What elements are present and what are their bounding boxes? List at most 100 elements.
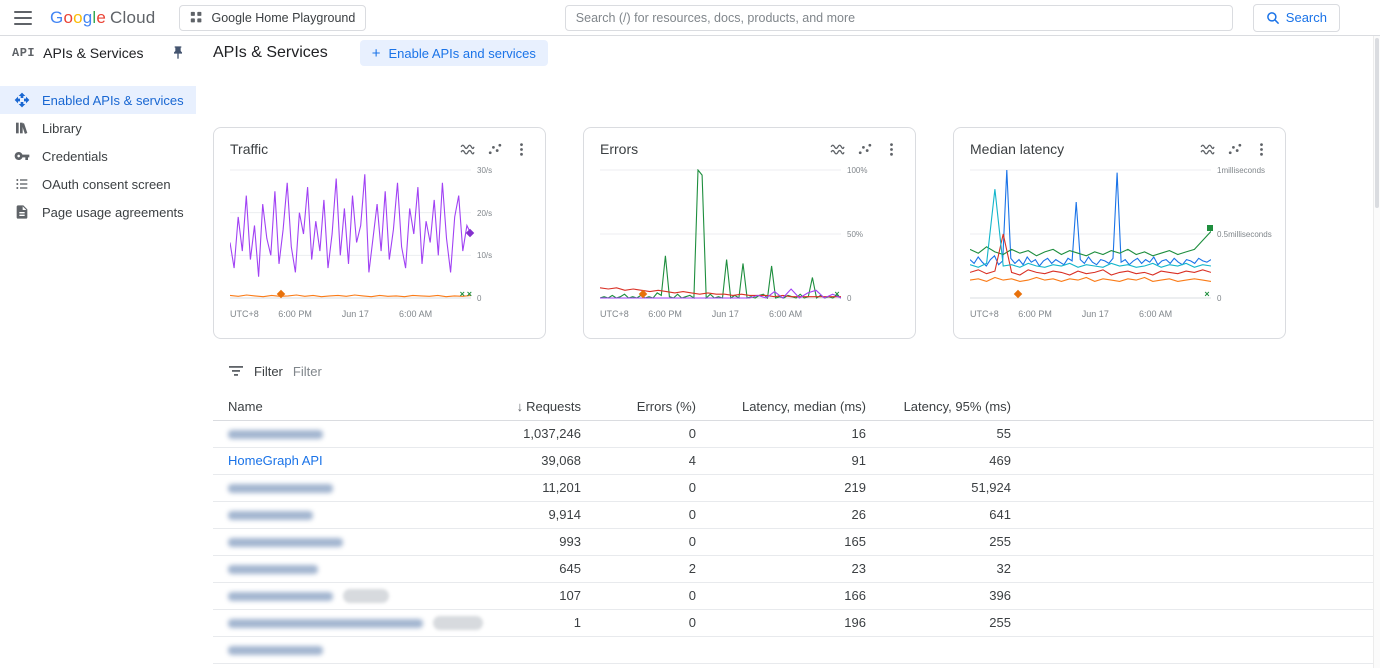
blurred-api-name[interactable] xyxy=(228,430,323,439)
chart-title: Median latency xyxy=(970,141,1200,157)
cell-requests: 39,068 xyxy=(443,447,585,474)
charts-row: Traffic ××30/s20/s10/s0UTC+86:00 PMJun xyxy=(196,127,1380,339)
global-search[interactable] xyxy=(565,5,1233,31)
cell-errors: 0 xyxy=(585,420,700,447)
cell-latency-95: 55 xyxy=(870,420,1015,447)
cell-requests: 9,914 xyxy=(443,501,585,528)
sidebar-item-library[interactable]: Library xyxy=(0,114,196,142)
table-row xyxy=(213,636,1380,663)
col-header-requests[interactable]: ↓Requests xyxy=(443,393,585,420)
chart-title: Traffic xyxy=(230,141,460,157)
col-header-latency-median[interactable]: Latency, median (ms) xyxy=(700,393,870,420)
median-latency-chart: ×1milliseconds0.5milliseconds0UTC+86:00 … xyxy=(970,167,1269,319)
cell-latency-95: 641 xyxy=(870,501,1015,528)
enabled-apis-icon xyxy=(14,92,30,108)
blurred-api-name[interactable] xyxy=(228,646,323,655)
blurred-api-name[interactable] xyxy=(228,538,343,547)
search-button-label: Search xyxy=(1286,10,1327,25)
sort-desc-icon: ↓ xyxy=(517,399,524,414)
page-title: APIs & Services xyxy=(213,44,328,62)
cell-latency-95: 469 xyxy=(870,447,1015,474)
cell-requests: 107 xyxy=(443,582,585,609)
traffic-card: Traffic ××30/s20/s10/s0UTC+86:00 PMJun xyxy=(213,127,546,339)
cell-errors: 0 xyxy=(585,582,700,609)
cell-latency-median: 196 xyxy=(700,609,870,636)
api-link-homegraph[interactable]: HomeGraph API xyxy=(228,453,323,468)
sidebar-item-label: Enabled APIs & services xyxy=(42,93,184,108)
blurred-api-name[interactable] xyxy=(228,511,313,520)
enable-apis-button[interactable]: + Enable APIs and services xyxy=(360,40,548,66)
plus-icon: + xyxy=(372,45,381,62)
scatter-chart-toggle-icon[interactable] xyxy=(1227,142,1242,157)
blurred-api-name[interactable] xyxy=(228,619,423,628)
sidebar: API APIs & Services Enabled APIs & servi… xyxy=(0,36,196,667)
project-selector[interactable]: Google Home Playground xyxy=(179,5,366,31)
line-chart-toggle-icon[interactable] xyxy=(1200,142,1215,157)
sidebar-item-label: Credentials xyxy=(42,149,108,164)
search-button[interactable]: Search xyxy=(1253,4,1340,32)
scatter-chart-toggle-icon[interactable] xyxy=(857,142,872,157)
filter-label: Filter xyxy=(254,364,283,379)
line-chart-toggle-icon[interactable] xyxy=(460,142,475,157)
col-header-latency-95[interactable]: Latency, 95% (ms) xyxy=(870,393,1015,420)
sidebar-item-page-usage-agreements[interactable]: Page usage agreements xyxy=(0,198,196,226)
table-row: 1 0 196 255 xyxy=(213,609,1380,636)
google-cloud-logo[interactable]: Google Cloud xyxy=(50,8,155,28)
table-row: 645 2 23 32 xyxy=(213,555,1380,582)
blurred-badge xyxy=(433,616,483,630)
blurred-api-name[interactable] xyxy=(228,565,318,574)
cell-requests: 11,201 xyxy=(443,474,585,501)
pin-icon[interactable] xyxy=(170,45,186,61)
cell-errors: 0 xyxy=(585,501,700,528)
consent-list-icon xyxy=(14,176,30,192)
cell-latency-95: 32 xyxy=(870,555,1015,582)
cell-latency-95: 396 xyxy=(870,582,1015,609)
col-header-errors[interactable]: Errors (%) xyxy=(585,393,700,420)
blurred-badge xyxy=(343,589,389,603)
line-chart-toggle-icon[interactable] xyxy=(830,142,845,157)
sidebar-item-oauth-consent[interactable]: OAuth consent screen xyxy=(0,170,196,198)
table-row: 107 0 166 396 xyxy=(213,582,1380,609)
square-marker xyxy=(1207,225,1213,231)
cell-latency-median: 166 xyxy=(700,582,870,609)
scatter-chart-toggle-icon[interactable] xyxy=(487,142,502,157)
document-icon xyxy=(14,204,30,220)
filter-bar: Filter xyxy=(213,357,1380,385)
sidebar-item-enabled-apis[interactable]: Enabled APIs & services xyxy=(0,86,196,114)
sidebar-item-label: Library xyxy=(42,121,82,136)
enable-apis-label: Enable APIs and services xyxy=(388,46,535,61)
kebab-menu-icon[interactable] xyxy=(514,142,529,157)
search-icon xyxy=(1266,11,1280,25)
cell-latency-median: 219 xyxy=(700,474,870,501)
cell-latency-95: 255 xyxy=(870,609,1015,636)
sidebar-item-credentials[interactable]: Credentials xyxy=(0,142,196,170)
cell-errors: 0 xyxy=(585,474,700,501)
search-input[interactable] xyxy=(566,6,1232,30)
x-marker: × xyxy=(460,291,465,297)
col-header-name[interactable]: Name xyxy=(213,393,443,420)
menu-icon[interactable] xyxy=(14,11,32,25)
key-icon xyxy=(14,148,30,164)
api-product-icon: API xyxy=(12,46,35,60)
table-row: 1,037,246 0 16 55 xyxy=(213,420,1380,447)
top-bar: Google Cloud Google Home Playground Sear… xyxy=(0,0,1380,36)
project-icon xyxy=(190,11,203,24)
errors-chart: ×100%50%0UTC+86:00 PMJun 176:00 AM xyxy=(600,167,899,319)
filter-input[interactable] xyxy=(293,364,593,379)
scrollbar-thumb[interactable] xyxy=(1375,38,1379,208)
table-row: 993 0 165 255 xyxy=(213,528,1380,555)
kebab-menu-icon[interactable] xyxy=(1254,142,1269,157)
cell-latency-median: 26 xyxy=(700,501,870,528)
cell-latency-95: 51,924 xyxy=(870,474,1015,501)
blurred-api-name[interactable] xyxy=(228,484,333,493)
page-scrollbar[interactable] xyxy=(1373,36,1380,668)
table-row: 9,914 0 26 641 xyxy=(213,501,1380,528)
table-row: 11,201 0 219 51,924 xyxy=(213,474,1380,501)
col-header-filler xyxy=(1015,393,1380,420)
table-row: HomeGraph API 39,068 4 91 469 xyxy=(213,447,1380,474)
table-row xyxy=(213,663,1380,668)
kebab-menu-icon[interactable] xyxy=(884,142,899,157)
x-marker: × xyxy=(1204,291,1209,297)
main-content: APIs & Services + Enable APIs and servic… xyxy=(196,36,1380,667)
blurred-api-name[interactable] xyxy=(228,592,333,601)
